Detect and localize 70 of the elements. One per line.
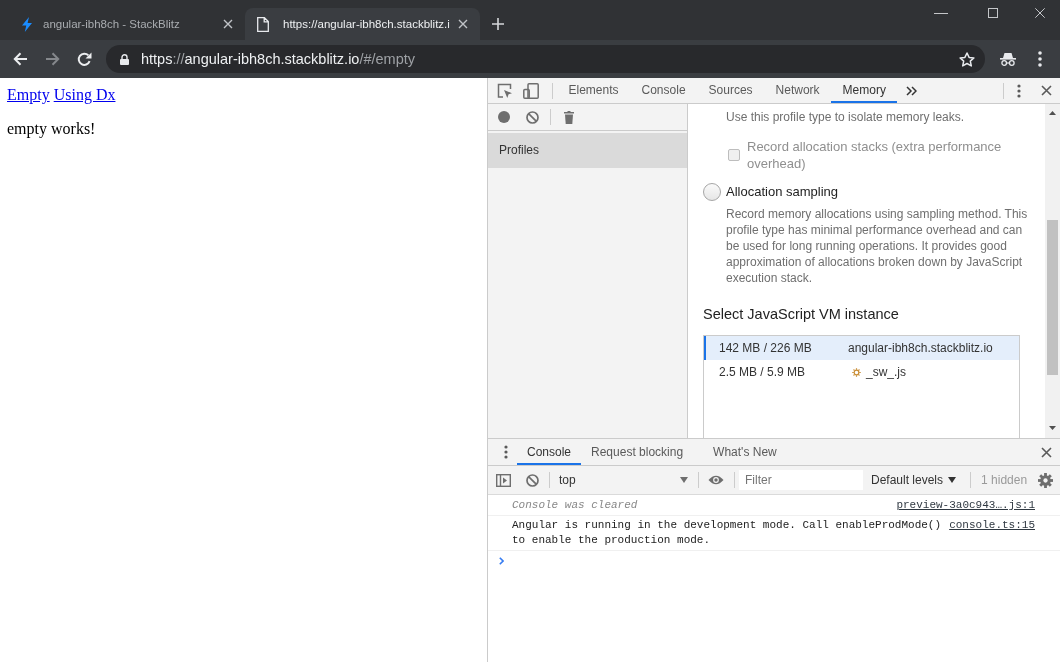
reload-icon[interactable] xyxy=(77,51,92,67)
scroll-down-icon[interactable] xyxy=(1049,426,1056,430)
lock-icon xyxy=(120,53,129,65)
description-text: Use this profile type to isolate memory leaks. xyxy=(726,109,966,125)
vm-instance-row[interactable]: 2.5 MB / 5.9 MB _sw_.js xyxy=(704,360,1019,384)
section-heading: Select JavaScript VM instance xyxy=(703,305,900,324)
circle-slash-icon[interactable] xyxy=(526,110,539,124)
source-link[interactable]: console.ts:15 xyxy=(949,518,1035,533)
gear-icon xyxy=(852,367,861,377)
url-text: https://angular-ibh8ch.stackblitz.io/#/empty xyxy=(141,51,416,67)
address-field[interactable]: https://angular-ibh8ch.stackblitz.io/#/empty xyxy=(106,45,985,73)
drawer-tab[interactable]: What's New xyxy=(703,439,787,465)
memory-usage: 142 MB / 226 MB xyxy=(719,341,813,355)
devtools-tab[interactable]: Console xyxy=(630,78,698,103)
scroll-up-icon[interactable] xyxy=(1049,111,1056,115)
plus-icon[interactable] xyxy=(492,18,504,30)
chevron-icon xyxy=(499,557,504,565)
menu-icon[interactable] xyxy=(1017,83,1021,98)
incognito-icon[interactable] xyxy=(1000,52,1016,66)
close-icon[interactable] xyxy=(223,19,233,29)
lightning-bolt-icon xyxy=(22,16,32,32)
caret-icon xyxy=(948,477,957,483)
record-icon[interactable] xyxy=(498,111,510,123)
browser-tab[interactable]: https://angular-ibh8ch.stackblitz.i xyxy=(245,8,480,40)
pointer-in-square-icon[interactable] xyxy=(497,82,513,99)
close-icon[interactable] xyxy=(1041,446,1052,458)
description-text: Record memory allocations using sampling method. This profile type has minimal performance overhead and can be used for long running operations. It provides good approximation of allocations broken down by JavaScript execution stack. xyxy=(726,206,1029,286)
close-icon[interactable] xyxy=(1041,85,1052,96)
devtools-tab[interactable]: Elements xyxy=(557,78,631,103)
menu-icon[interactable] xyxy=(1038,51,1042,67)
context-select[interactable]: top xyxy=(552,473,694,487)
scrollbar[interactable] xyxy=(1045,104,1060,438)
vm-instance-row[interactable]: 142 MB / 226 MB angular-ibh8ch.stackblitz.io xyxy=(704,336,1019,360)
settings-icon[interactable] xyxy=(1038,472,1053,488)
caret-icon xyxy=(680,477,688,483)
star-icon[interactable] xyxy=(959,51,975,67)
menu-icon[interactable] xyxy=(504,445,508,459)
page-text: empty works! xyxy=(7,120,97,138)
checkbox-label: Record allocation stacks (extra performance overhead) xyxy=(747,138,1003,172)
browser-tab[interactable]: angular-ibh8ch - StackBlitz xyxy=(10,8,245,40)
minimize-icon[interactable] xyxy=(934,12,948,14)
close-icon[interactable] xyxy=(1035,8,1045,18)
back-icon[interactable] xyxy=(13,52,28,66)
phone-tablet-icon[interactable] xyxy=(523,82,539,99)
circle-slash-icon[interactable] xyxy=(526,473,539,487)
profiles-header: Profiles xyxy=(488,133,687,168)
console-message: Angular is running in the development mode. Call enableProdMode() to enable the production mode. xyxy=(512,518,943,548)
nav-link[interactable]: Using Dx xyxy=(53,86,116,103)
radio-button[interactable] xyxy=(703,183,721,201)
page-icon xyxy=(257,16,269,32)
console-message: Console was cleared xyxy=(512,498,639,513)
sidebar-icon[interactable] xyxy=(496,473,511,487)
instance-name: angular-ibh8ch.stackblitz.io xyxy=(848,341,993,355)
source-link[interactable]: preview-3a0c943….js:1 xyxy=(896,498,1035,513)
instance-name: _sw_.js xyxy=(866,365,906,379)
hidden-count: 1 hidden xyxy=(981,473,1028,487)
double-chevron-icon[interactable] xyxy=(906,85,918,96)
close-icon[interactable] xyxy=(458,19,468,29)
filter-field[interactable]: Filter xyxy=(739,470,863,490)
maximize-icon[interactable] xyxy=(988,8,998,18)
scrollbar-thumb[interactable] xyxy=(1047,220,1058,375)
devtools-tab[interactable]: Network xyxy=(764,78,832,103)
radio-label: Allocation sampling xyxy=(726,183,838,201)
devtools-tab[interactable]: Sources xyxy=(697,78,765,103)
levels-dropdown[interactable]: Default levels xyxy=(871,473,957,487)
nav-link[interactable]: Empty xyxy=(7,86,50,103)
trash-icon[interactable] xyxy=(564,110,574,124)
eye-icon[interactable] xyxy=(708,475,724,485)
memory-usage: 2.5 MB / 5.9 MB xyxy=(719,365,807,379)
drawer-tab[interactable]: Request blocking xyxy=(581,439,694,465)
